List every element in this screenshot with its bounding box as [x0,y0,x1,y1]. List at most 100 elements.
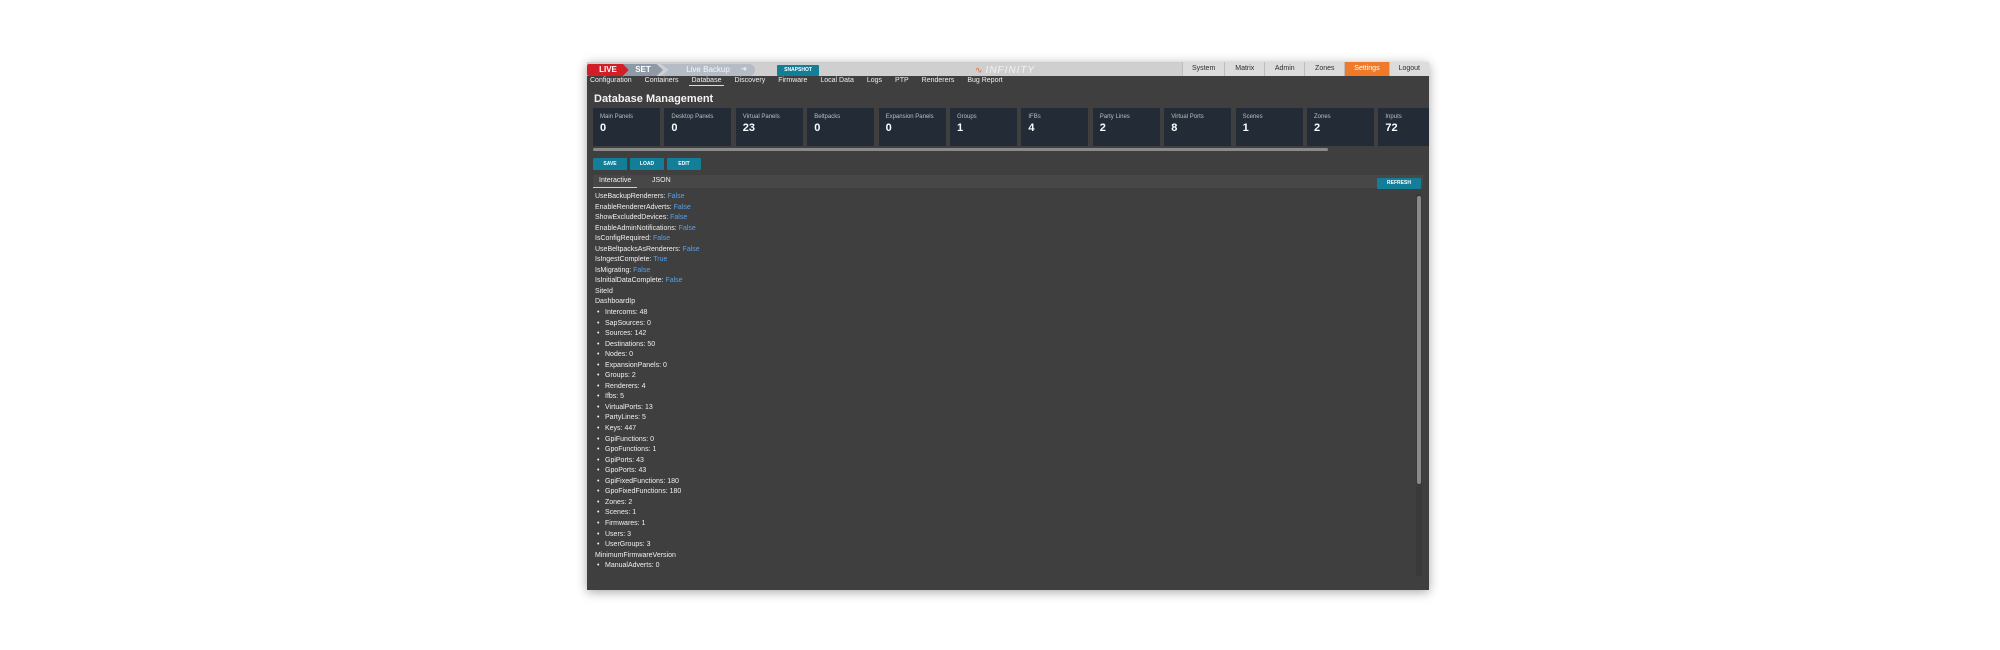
list-item: GpiPorts: 43 [595,456,1415,467]
stat-value: 23 [742,122,756,134]
subnav-renderers[interactable]: Renderers [919,76,958,86]
subnav-local-data[interactable]: Local Data [817,76,856,86]
top-nav: System Matrix Admin Zones Settings Logout [1181,62,1429,76]
load-button[interactable]: LOAD [630,158,664,170]
brand-logo: ∿ INFINITY [975,64,1035,76]
stat-value: 0 [885,122,892,134]
stat-value: 2 [1099,122,1106,134]
tab-json[interactable]: JSON [646,175,677,188]
list-item: Destinations: 50 [595,340,1415,351]
subnav-discovery[interactable]: Discovery [731,76,768,86]
snapshot-button[interactable]: SNAPSHOT [777,65,819,76]
list-item: Zones: 2 [595,498,1415,509]
setting-value-toggle[interactable]: True [653,256,667,263]
setting-key: IsIngestComplete: [595,256,652,264]
list-item: Firmwares: 1 [595,519,1415,530]
setting-value-toggle[interactable]: False [665,277,682,284]
setting-row: EnableAdminNotifications: False [595,224,1415,235]
content-scrollbar[interactable] [1417,196,1421,484]
stat-label: Groups [957,114,977,120]
nav-zones[interactable]: Zones [1304,62,1345,76]
setting-key: EnableRendererAdverts: [595,203,672,211]
stat-label: Virtual Ports [1171,114,1204,120]
list-item: ManualAdverts: 0 [595,561,1415,572]
list-item: GpiFixedFunctions: 180 [595,477,1415,488]
setting-row: UseBackupRenderers: False [595,192,1415,203]
stat-card-party-lines: Party Lines 2 [1092,108,1160,146]
setting-value-toggle[interactable]: False [667,193,684,200]
view-tabs: Interactive JSON [593,175,1423,188]
setting-row: IsMigrating: False [595,266,1415,277]
stat-label: Desktop Panels [671,114,714,120]
setting-value-toggle[interactable]: False [633,267,650,274]
tab-interactive[interactable]: Interactive [593,175,638,188]
stats-scrollbar[interactable] [593,148,1328,151]
stat-label: Virtual Panels [742,114,780,120]
refresh-button[interactable]: REFRESH [1377,178,1421,189]
stat-label: Expansion Panels [885,114,934,120]
stat-card-inputs: Inputs 72 [1378,108,1429,146]
list-item: Nodes: 0 [595,350,1415,361]
stat-card-zones: Zones 2 [1307,108,1374,146]
setting-value-toggle[interactable]: False [674,204,691,211]
stat-label: Inputs [1385,114,1402,120]
list-item: GpoFixedFunctions: 180 [595,487,1415,498]
stat-card-virtual-ports: Virtual Ports 8 [1164,108,1232,146]
save-button[interactable]: SAVE [593,158,627,170]
subnav-logs[interactable]: Logs [864,76,885,86]
list-item: GpiFunctions: 0 [595,435,1415,446]
list-item: UserGroups: 3 [595,540,1415,551]
list-item: GpoPorts: 43 [595,466,1415,477]
stat-card-groups: Groups 1 [950,108,1017,146]
setting-row: IsIngestComplete: True [595,255,1415,266]
live-backup-label: Live Backup [686,65,730,74]
setting-row: EnableRendererAdverts: False [595,203,1415,214]
live-mode-button[interactable]: LIVE [587,64,629,76]
list-item: Renderers: 4 [595,382,1415,393]
edit-button[interactable]: EDIT [667,158,701,170]
min-firmware-label: MinimumFirmwareVersion [595,551,676,559]
nav-system[interactable]: System [1181,62,1225,76]
setting-value-toggle[interactable]: False [670,214,687,221]
list-item: GpoFunctions: 1 [595,445,1415,456]
list-item: Scenes: 1 [595,508,1415,519]
stat-value: 1 [1242,122,1249,134]
list-item: Intercoms: 48 [595,308,1415,319]
setting-key: ShowExcludedDevices: [595,214,669,222]
set-mode-button[interactable]: SET [623,64,663,76]
nav-settings[interactable]: Settings [1344,62,1389,76]
stat-value: 8 [1171,122,1178,134]
app-window: LIVE SET Live Backup ➜ SNAPSHOT ∿ INFINIT… [587,62,1429,590]
nav-matrix[interactable]: Matrix [1224,62,1265,76]
nav-logout[interactable]: Logout [1388,62,1429,76]
setting-value-toggle[interactable]: False [653,235,670,242]
setting-row: IsConfigRequired: False [595,234,1415,245]
stat-label: Scenes [1242,114,1263,120]
subnav-containers[interactable]: Containers [642,76,682,86]
stat-label: IFBs [1028,114,1041,120]
setting-key: IsInitialDataComplete: [595,277,664,285]
list-item: Sources: 142 [595,329,1415,340]
stat-card-desktop-panels: Desktop Panels 0 [664,108,732,146]
subnav-configuration[interactable]: Configuration [587,76,635,86]
setting-key: EnableAdminNotifications: [595,224,677,232]
database-tree: UseBackupRenderers: False EnableRendererA… [595,192,1415,576]
stat-value: 4 [1028,122,1035,134]
brand-name: INFINITY [985,65,1036,76]
setting-value-toggle[interactable]: False [683,246,700,253]
setting-key: IsConfigRequired: [595,235,652,243]
stat-label: Main Panels [600,114,634,120]
subnav-firmware[interactable]: Firmware [775,76,810,86]
subnav-database[interactable]: Database [688,76,725,86]
stat-value: 0 [600,122,607,134]
list-item: ExpansionPanels: 0 [595,361,1415,372]
stat-label: Party Lines [1099,114,1130,120]
list-item: SapSources: 0 [595,319,1415,330]
setting-value-toggle[interactable]: False [679,225,696,232]
stat-value: 0 [671,122,678,134]
live-backup-toggle[interactable]: Live Backup ➜ [661,64,755,76]
setting-key: IsMigrating: [595,266,632,274]
nav-admin[interactable]: Admin [1264,62,1305,76]
subnav-bug-report[interactable]: Bug Report [964,76,1005,86]
subnav-ptp[interactable]: PTP [892,76,912,86]
